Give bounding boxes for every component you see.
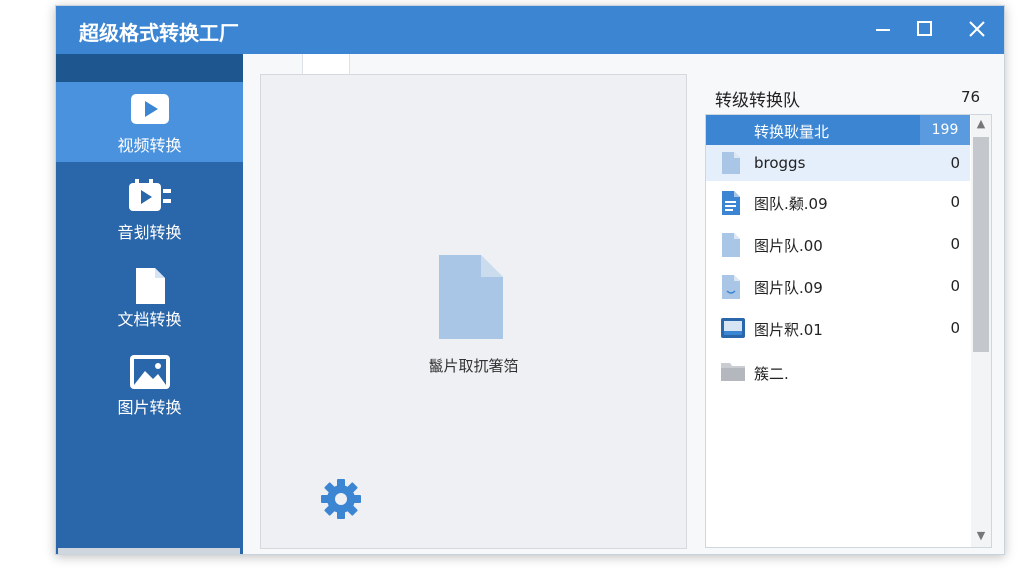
document-icon (56, 266, 243, 304)
sidebar-header-strip (56, 54, 243, 82)
queue-row[interactable]: 图片队.00 0 (706, 223, 970, 265)
minimize-button[interactable] (868, 14, 898, 44)
file-icon (720, 232, 742, 262)
maximize-button[interactable] (909, 14, 939, 44)
maximize-icon (917, 21, 932, 36)
queue-header-count: 199 (920, 115, 970, 145)
queue-row[interactable]: broggs 0 (706, 145, 970, 181)
video-play-icon (56, 92, 243, 128)
sidebar-item-image[interactable]: 图片转换 (56, 344, 243, 424)
close-icon (969, 21, 985, 37)
sidebar-item-label: 文档转换 (117, 310, 182, 329)
sidebar-footer-strip (58, 548, 240, 554)
queue-header-row[interactable]: 转换耿量北 199 (706, 115, 970, 145)
scroll-thumb[interactable] (973, 137, 989, 352)
queue-header-label: 转换耿量北 (754, 123, 830, 141)
queue-row-value: 0 (950, 193, 960, 211)
audio-file-icon (720, 274, 742, 304)
app-window: 超级格式转换工厂 视频转换 音刬转换 文档转换 图片转换 鬣片取扤箸箔 转级转换… (55, 5, 1005, 555)
conversion-queue-list: 转换耿量北 199 broggs 0 图队.颡.09 0 图片队.00 0 图片… (705, 114, 992, 548)
document-icon (720, 190, 742, 220)
image-file-icon (720, 316, 746, 344)
folder-icon (720, 360, 746, 386)
queue-row-value: 0 (950, 154, 960, 172)
queue-row-name: 簇二. (754, 365, 789, 383)
file-drop-area[interactable]: 鬣片取扤箸箔 (260, 74, 687, 549)
scroll-up-arrow-icon[interactable]: ▲ (971, 117, 991, 133)
audio-icon (56, 179, 243, 215)
sidebar: 视频转换 音刬转换 文档转换 图片转换 (56, 54, 243, 554)
title-bar: 超级格式转换工厂 (56, 6, 1004, 54)
queue-row[interactable]: 图片队.09 0 (706, 265, 970, 307)
app-title: 超级格式转换工厂 (79, 21, 239, 45)
queue-row-name: broggs (754, 154, 806, 172)
sidebar-item-video[interactable]: 视频转换 (56, 82, 243, 162)
sidebar-item-label: 音刬转换 (117, 223, 182, 242)
queue-row-name: 图队.颡.09 (754, 195, 828, 213)
queue-row-value: 0 (950, 235, 960, 253)
queue-title: 转级转换队 (715, 91, 800, 111)
drop-area-label: 鬣片取扤箸箔 (428, 357, 519, 375)
file-icon (720, 151, 742, 179)
queue-row-value: 0 (950, 277, 960, 295)
minimize-icon (876, 29, 890, 31)
gear-icon (321, 479, 361, 519)
sidebar-item-label: 图片转换 (117, 398, 182, 417)
close-button[interactable] (962, 14, 992, 44)
file-drop-icon (435, 251, 507, 347)
queue-scrollbar[interactable]: ▲ ▼ (971, 115, 991, 547)
queue-count: 76 (961, 88, 981, 106)
settings-button[interactable] (319, 477, 363, 525)
queue-row-name: 图片釈.01 (754, 321, 823, 339)
queue-row[interactable]: 图片釈.01 0 (706, 307, 970, 349)
queue-row-value: 0 (950, 319, 960, 337)
queue-row-name: 图片队.00 (754, 237, 823, 255)
queue-row[interactable]: 图队.颡.09 0 (706, 181, 970, 223)
sidebar-item-label: 视频转换 (117, 136, 182, 155)
sidebar-item-document[interactable]: 文档转换 (56, 256, 243, 336)
scroll-down-arrow-icon[interactable]: ▼ (971, 529, 991, 545)
queue-row-name: 图片队.09 (754, 279, 823, 297)
sidebar-item-audio[interactable]: 音刬转换 (56, 169, 243, 249)
image-icon (56, 354, 243, 390)
queue-row[interactable]: 簇二. (706, 351, 970, 393)
